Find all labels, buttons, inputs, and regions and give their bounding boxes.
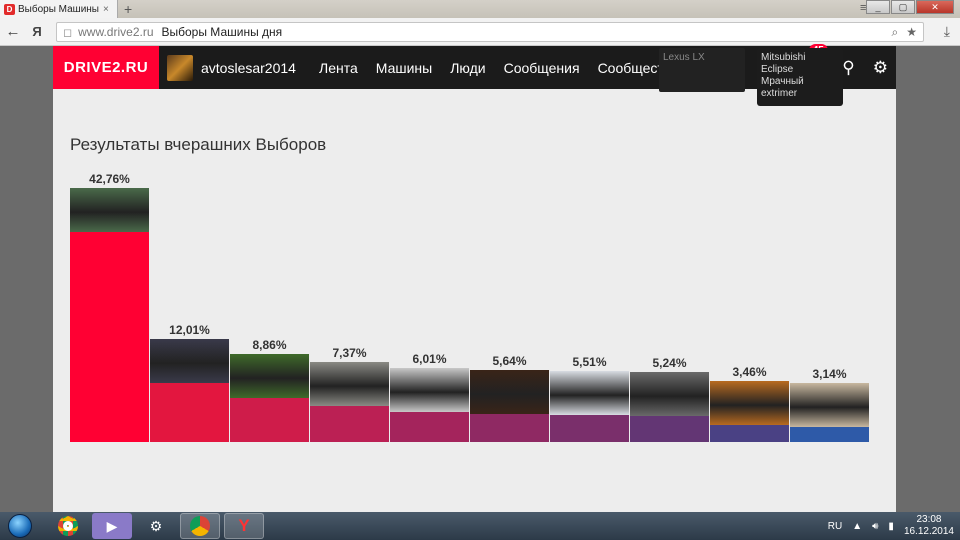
- bar-value-label: 5,51%: [572, 355, 607, 369]
- nav-item-feed[interactable]: Лента: [319, 60, 358, 76]
- results-chart: 42,76% 12,01% 8,86% 7,37% 6,01% 5,64% 5,51% 5,2…: [70, 162, 870, 442]
- bar-column[interactable]: 5,51%: [550, 351, 629, 442]
- car-tooltip: Mitsubishi Eclipse Мрачный extrimer: [757, 48, 843, 106]
- network-icon[interactable]: ▮: [888, 521, 894, 532]
- clock-time: 23:08: [916, 514, 942, 525]
- car-photo[interactable]: [630, 372, 709, 416]
- tooltip-line: Eclipse: [761, 64, 794, 75]
- gear-icon[interactable]: ⚙: [873, 58, 888, 78]
- language-indicator[interactable]: RU: [828, 521, 842, 532]
- bar-column[interactable]: 42,76%: [70, 168, 149, 442]
- car-photo[interactable]: [550, 371, 629, 415]
- bar: [710, 425, 789, 442]
- bar: [310, 406, 389, 442]
- volume-icon[interactable]: 🔊︎: [872, 521, 878, 532]
- chrome-icon[interactable]: [48, 513, 88, 539]
- media-player-icon[interactable]: ▶: [92, 513, 132, 539]
- new-tab-button[interactable]: +: [124, 1, 132, 17]
- bar-column[interactable]: 3,46%: [710, 361, 789, 442]
- car-photo[interactable]: [70, 188, 149, 232]
- maximize-icon[interactable]: ▢: [891, 0, 915, 14]
- nav-item-messages[interactable]: Сообщения: [504, 60, 580, 76]
- address-bar: ← Я ◻ www.drive2.ru Выборы Машины дня ⌕ …: [0, 18, 960, 46]
- system-tray: RU ▲ 🔊︎ ▮ 23:08 16.12.2014: [828, 512, 954, 540]
- url-domain: www.drive2.ru: [78, 25, 154, 39]
- bar-column[interactable]: 5,64%: [470, 350, 549, 442]
- taskbar: ▶ ⚙ Y RU ▲ 🔊︎ ▮ 23:08 16.12.2014: [0, 512, 960, 540]
- bar: [390, 412, 469, 442]
- drive2-favicon-icon: D: [4, 3, 15, 15]
- close-tab-icon[interactable]: ×: [103, 4, 109, 15]
- bar: [790, 427, 869, 442]
- page-content: DRIVE2.RU avtoslesar2014 Лента Машины Лю…: [53, 43, 896, 512]
- results-title: Результаты вчерашних Выборов: [70, 135, 327, 154]
- car-photo[interactable]: [470, 370, 549, 414]
- car-photo[interactable]: [150, 339, 229, 383]
- bar-value-label: 5,64%: [492, 354, 527, 368]
- nav-item-cars[interactable]: Машины: [376, 60, 432, 76]
- bar: [230, 398, 309, 442]
- bar-column[interactable]: 7,37%: [310, 342, 389, 442]
- bar: [550, 415, 629, 442]
- bar-value-label: 6,01%: [412, 352, 447, 366]
- username: avtoslesar2014: [201, 60, 296, 76]
- minimize-icon[interactable]: _: [866, 0, 890, 14]
- window-controls: _ ▢ ✕: [866, 0, 954, 14]
- bar-value-label: 3,46%: [732, 365, 767, 379]
- avatar: [167, 55, 193, 81]
- tab-title: Выборы Машины дня: [18, 3, 100, 15]
- bar-column[interactable]: 6,01%: [390, 348, 469, 442]
- tooltip-line: extrimer: [761, 88, 798, 99]
- tray-arrow-icon[interactable]: ▲: [852, 521, 862, 532]
- bar-value-label: 5,24%: [652, 356, 687, 370]
- url-field[interactable]: ◻ www.drive2.ru Выборы Машины дня ⌕ ★: [56, 22, 924, 42]
- page-icon: ◻: [63, 26, 73, 39]
- bar-value-label: 42,76%: [89, 172, 130, 186]
- bar-column[interactable]: 8,86%: [230, 334, 309, 442]
- clock-date: 16.12.2014: [903, 526, 954, 537]
- downloads-icon[interactable]: ⤓: [944, 23, 950, 40]
- close-window-icon[interactable]: ✕: [916, 0, 954, 14]
- faded-tooltip: Lexus LX: [659, 48, 745, 92]
- browser-tab[interactable]: D Выборы Машины дня ×: [0, 0, 118, 18]
- car-photo[interactable]: [230, 354, 309, 398]
- car-photo[interactable]: [710, 381, 789, 425]
- windows-orb-icon: [8, 514, 32, 538]
- bar-value-label: 3,14%: [812, 367, 847, 381]
- url-actions: ⌕ ★: [892, 25, 918, 40]
- car-photo[interactable]: [790, 383, 869, 427]
- bar: [630, 416, 709, 442]
- bookmark-star-icon[interactable]: ★: [906, 25, 917, 40]
- back-button[interactable]: ←: [0, 23, 26, 40]
- car-photo[interactable]: [310, 362, 389, 406]
- tooltip-line: Mitsubishi: [761, 52, 806, 63]
- chrome-icon[interactable]: [180, 513, 220, 539]
- car-photo[interactable]: [390, 368, 469, 412]
- tooltip-line: Мрачный: [761, 76, 804, 87]
- site-logo[interactable]: DRIVE2.RU: [53, 46, 159, 89]
- bar: [470, 414, 549, 442]
- clock[interactable]: 23:08 16.12.2014: [904, 514, 954, 538]
- bar-column[interactable]: 3,14%: [790, 363, 869, 442]
- yandex-icon[interactable]: Y: [224, 513, 264, 539]
- yandex-button[interactable]: Я: [26, 24, 48, 39]
- search-icon[interactable]: ⚲: [842, 58, 854, 78]
- bar: [70, 232, 149, 442]
- bar: [150, 383, 229, 442]
- user-profile[interactable]: avtoslesar2014: [167, 54, 296, 82]
- faded-tooltip-line: Lexus LX: [663, 52, 705, 63]
- steam-icon[interactable]: ⚙: [136, 513, 176, 539]
- bar-value-label: 7,37%: [332, 346, 367, 360]
- bar-value-label: 12,01%: [169, 323, 210, 337]
- tab-strip: D Выборы Машины дня × + ≡ _ ▢ ✕: [0, 0, 960, 18]
- url-page-title: Выборы Машины дня: [161, 25, 283, 39]
- bar-column[interactable]: 12,01%: [150, 319, 229, 442]
- bar-column[interactable]: 5,24%: [630, 352, 709, 442]
- bar-value-label: 8,86%: [252, 338, 287, 352]
- start-button[interactable]: [0, 512, 40, 540]
- nav-item-people[interactable]: Люди: [450, 60, 485, 76]
- zoom-icon[interactable]: ⌕: [892, 25, 899, 40]
